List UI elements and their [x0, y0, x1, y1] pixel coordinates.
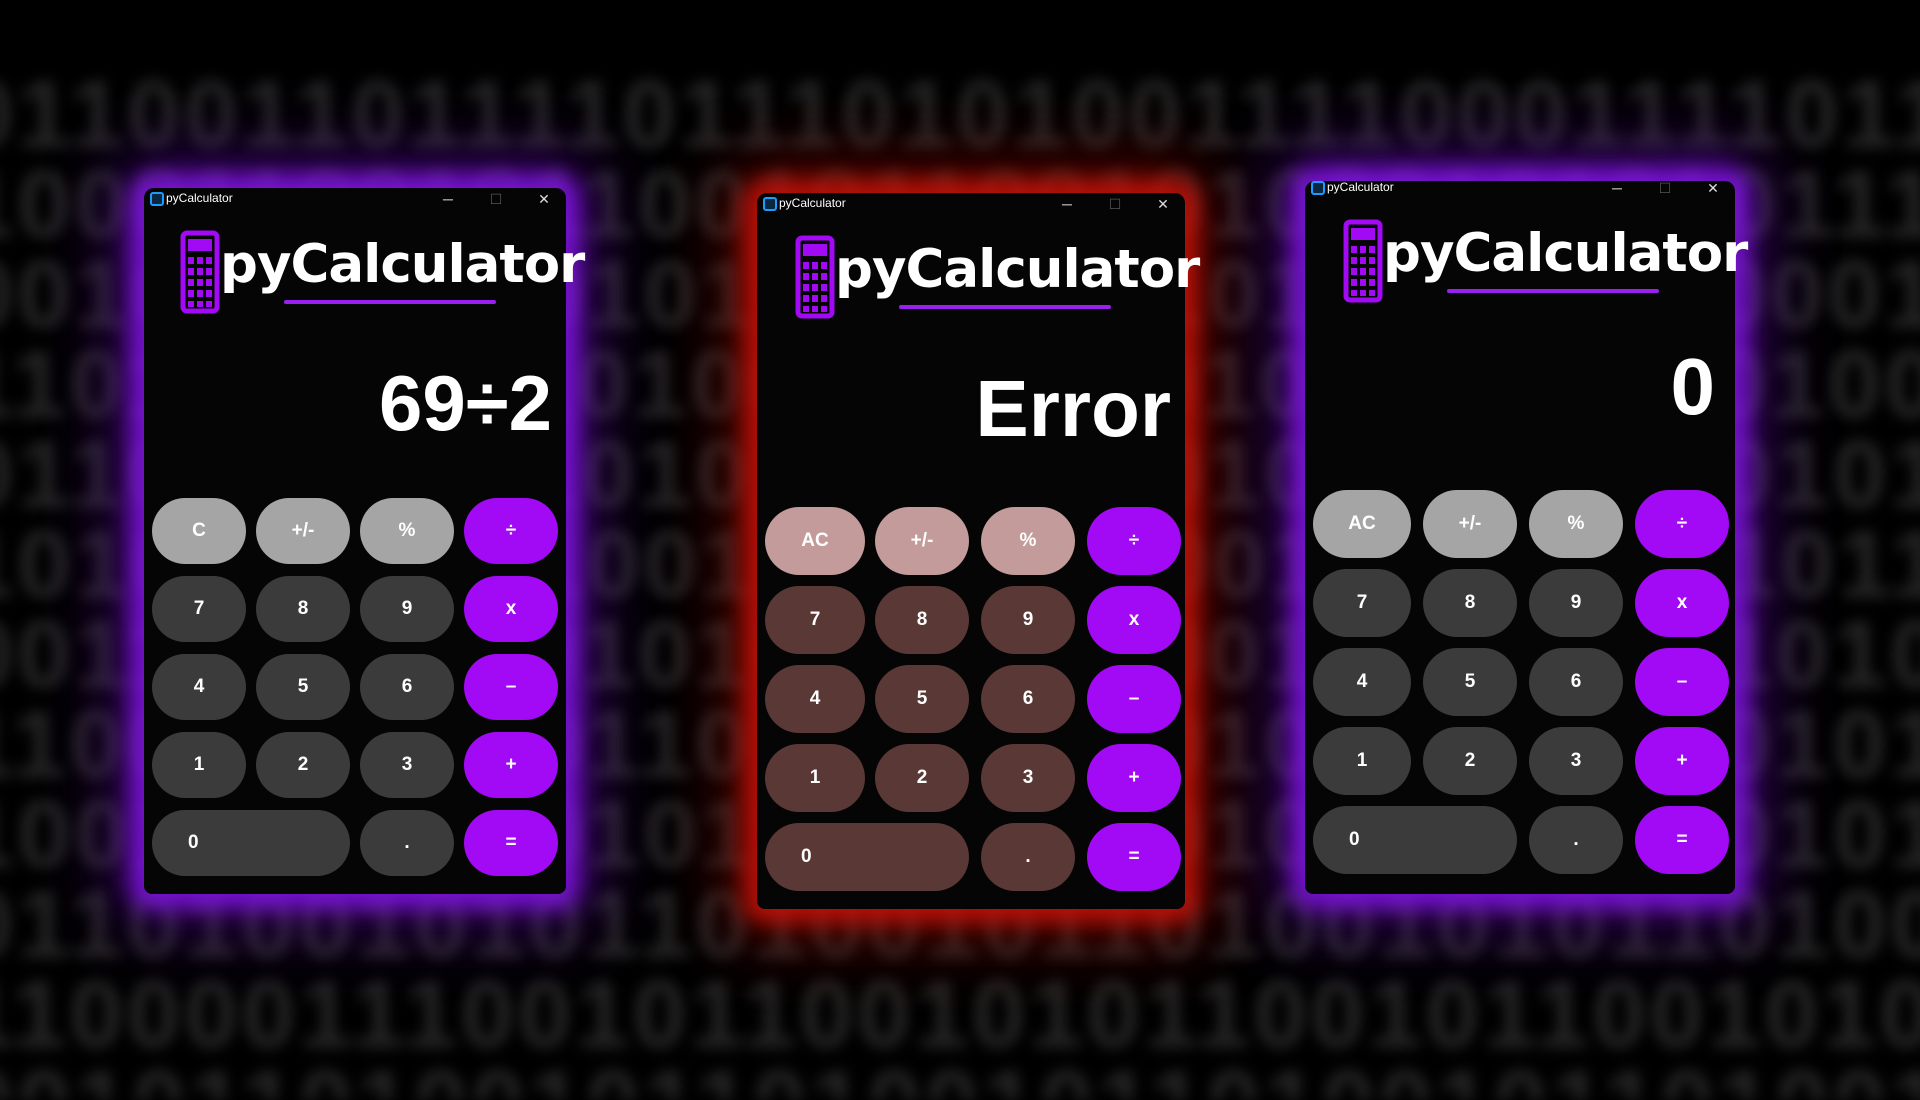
- digit-1-button[interactable]: 1: [152, 732, 246, 798]
- calculator-logo-icon: [1343, 219, 1383, 303]
- divide-button[interactable]: ÷: [1087, 507, 1181, 575]
- app-logo: pyCalculator: [180, 230, 585, 314]
- digit-4-button[interactable]: 4: [152, 654, 246, 720]
- window-title: pyCalculator: [779, 196, 846, 210]
- multiply-button[interactable]: x: [464, 576, 558, 642]
- window-title: pyCalculator: [1327, 180, 1394, 194]
- add-button[interactable]: +: [1087, 744, 1181, 812]
- minimize-button[interactable]: ─: [428, 188, 468, 210]
- multiply-button[interactable]: x: [1635, 569, 1729, 637]
- titlebar: pyCalculator ─ ☐ ✕: [144, 188, 566, 210]
- subtract-button[interactable]: –: [464, 654, 558, 720]
- sign-toggle-button[interactable]: +/-: [1423, 490, 1517, 558]
- digit-0-button[interactable]: 0: [152, 810, 350, 876]
- digit-7-button[interactable]: 7: [152, 576, 246, 642]
- all-clear-button[interactable]: AC: [1313, 490, 1411, 558]
- divide-button[interactable]: ÷: [1635, 490, 1729, 558]
- digit-4-button[interactable]: 4: [765, 665, 865, 733]
- digit-5-button[interactable]: 5: [256, 654, 350, 720]
- app-logo: pyCalculator: [795, 235, 1200, 319]
- decimal-button[interactable]: .: [360, 810, 454, 876]
- subtract-button[interactable]: –: [1635, 648, 1729, 716]
- decimal-button[interactable]: .: [981, 823, 1075, 891]
- sign-toggle-button[interactable]: +/-: [875, 507, 969, 575]
- close-button[interactable]: ✕: [1693, 177, 1733, 199]
- digit-2-button[interactable]: 2: [875, 744, 969, 812]
- minimize-button[interactable]: ─: [1047, 193, 1087, 215]
- maximize-button[interactable]: ☐: [1095, 193, 1135, 215]
- minimize-button[interactable]: ─: [1597, 177, 1637, 199]
- add-button[interactable]: +: [464, 732, 558, 798]
- digit-8-button[interactable]: 8: [1423, 569, 1517, 637]
- digit-8-button[interactable]: 8: [256, 576, 350, 642]
- digit-2-button[interactable]: 2: [256, 732, 350, 798]
- app-window-icon: [1311, 181, 1325, 195]
- titlebar: pyCalculator ─ ☐ ✕: [757, 193, 1185, 215]
- titlebar: pyCalculator ─ ☐ ✕: [1305, 177, 1735, 199]
- app-window-icon: [763, 197, 777, 211]
- multiply-button[interactable]: x: [1087, 586, 1181, 654]
- digit-7-button[interactable]: 7: [1313, 569, 1411, 637]
- calculator-display: 69÷2: [379, 359, 552, 447]
- subtract-button[interactable]: –: [1087, 665, 1181, 733]
- logo-text: pyCalculator: [835, 239, 1200, 300]
- percent-button[interactable]: %: [981, 507, 1075, 575]
- percent-button[interactable]: %: [1529, 490, 1623, 558]
- logo-underline: [1447, 289, 1659, 293]
- maximize-button[interactable]: ☐: [1645, 177, 1685, 199]
- digit-6-button[interactable]: 6: [360, 654, 454, 720]
- digit-3-button[interactable]: 3: [981, 744, 1075, 812]
- add-button[interactable]: +: [1635, 727, 1729, 795]
- digit-9-button[interactable]: 9: [1529, 569, 1623, 637]
- digit-6-button[interactable]: 6: [1529, 648, 1623, 716]
- digit-4-button[interactable]: 4: [1313, 648, 1411, 716]
- close-button[interactable]: ✕: [1143, 193, 1183, 215]
- logo-text: pyCalculator: [1383, 223, 1748, 284]
- decimal-button[interactable]: .: [1529, 806, 1623, 874]
- digit-9-button[interactable]: 9: [981, 586, 1075, 654]
- digit-0-button[interactable]: 0: [1313, 806, 1517, 874]
- calculator-display: 0: [1670, 342, 1716, 431]
- logo-text: pyCalculator: [220, 234, 585, 295]
- digit-9-button[interactable]: 9: [360, 576, 454, 642]
- equals-button[interactable]: =: [1087, 823, 1181, 891]
- digit-6-button[interactable]: 6: [981, 665, 1075, 733]
- calculator-window-1: pyCalculator ─ ☐ ✕ pyCalculator 69÷2 C +…: [144, 188, 585, 894]
- digit-2-button[interactable]: 2: [1423, 727, 1517, 795]
- digit-5-button[interactable]: 5: [875, 665, 969, 733]
- digit-5-button[interactable]: 5: [1423, 648, 1517, 716]
- app-window-icon: [150, 192, 164, 206]
- calculator-display: Error: [975, 364, 1171, 453]
- sign-toggle-button[interactable]: +/-: [256, 498, 350, 564]
- calculator-window-2: pyCalculator ─ ☐ ✕ pyCalculator Error AC…: [757, 193, 1200, 909]
- window-title: pyCalculator: [166, 191, 233, 205]
- digit-3-button[interactable]: 3: [1529, 727, 1623, 795]
- maximize-button[interactable]: ☐: [476, 188, 516, 210]
- equals-button[interactable]: =: [464, 810, 558, 876]
- percent-button[interactable]: %: [360, 498, 454, 564]
- app-logo: pyCalculator: [1343, 219, 1748, 303]
- equals-button[interactable]: =: [1635, 806, 1729, 874]
- digit-8-button[interactable]: 8: [875, 586, 969, 654]
- all-clear-button[interactable]: AC: [765, 507, 865, 575]
- digit-1-button[interactable]: 1: [1313, 727, 1411, 795]
- clear-button[interactable]: C: [152, 498, 246, 564]
- close-button[interactable]: ✕: [524, 188, 564, 210]
- digit-0-button[interactable]: 0: [765, 823, 969, 891]
- calculator-logo-icon: [180, 230, 220, 314]
- calculator-logo-icon: [795, 235, 835, 319]
- digit-7-button[interactable]: 7: [765, 586, 865, 654]
- logo-underline: [899, 305, 1111, 309]
- digit-1-button[interactable]: 1: [765, 744, 865, 812]
- calculator-window-3: pyCalculator ─ ☐ ✕ pyCalculator 0 AC +/-…: [1305, 180, 1748, 894]
- divide-button[interactable]: ÷: [464, 498, 558, 564]
- logo-underline: [284, 300, 496, 304]
- digit-3-button[interactable]: 3: [360, 732, 454, 798]
